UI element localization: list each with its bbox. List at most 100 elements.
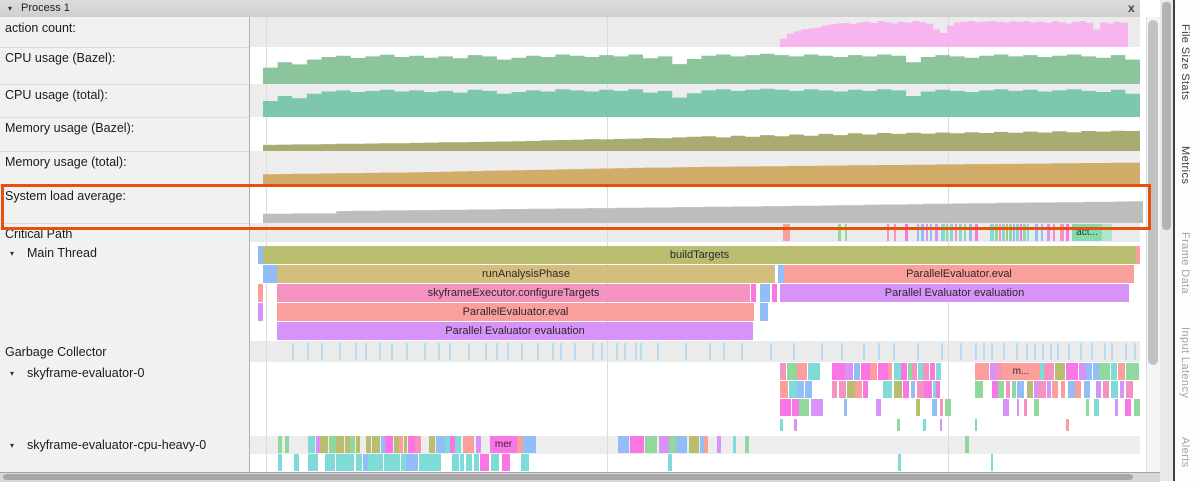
- critical-path-segment[interactable]: [999, 224, 1001, 241]
- critical-path-segment[interactable]: [946, 224, 948, 241]
- evaluator0-slice[interactable]: [990, 363, 996, 380]
- cpu-heavy-slice[interactable]: [399, 436, 403, 453]
- cpu-heavy-slice[interactable]: [368, 454, 377, 471]
- counter-chart-mem_total[interactable]: [263, 151, 1140, 185]
- cpu-heavy-slice[interactable]: [329, 436, 336, 453]
- evaluator0-labeled-slice[interactable]: m...: [1002, 363, 1040, 380]
- evaluator0-slice[interactable]: [787, 363, 797, 380]
- critical-path-segment[interactable]: [1009, 224, 1012, 241]
- evaluator0-slice[interactable]: [1126, 381, 1133, 398]
- counter-chart-mem_bazel[interactable]: [263, 117, 1140, 151]
- critical-path-segment[interactable]: [783, 224, 790, 241]
- evaluator0-slice[interactable]: [1094, 399, 1099, 416]
- cpu-heavy-slice[interactable]: [294, 454, 299, 471]
- critical-path-segment[interactable]: [995, 224, 998, 241]
- evaluator0-slice[interactable]: [863, 381, 868, 398]
- evaluator0-slice[interactable]: [1044, 363, 1054, 380]
- evaluator0-slice[interactable]: [847, 381, 855, 398]
- evaluator0-slice[interactable]: [888, 363, 892, 380]
- evaluator0-slice[interactable]: [1125, 399, 1131, 416]
- critical-path-segment[interactable]: [1016, 224, 1019, 241]
- evaluator0-slice[interactable]: [855, 381, 862, 398]
- evaluator0-slice[interactable]: [805, 381, 812, 398]
- evaluator0-slice[interactable]: [1111, 363, 1117, 380]
- cpu-heavy-slice[interactable]: [308, 454, 318, 471]
- cpu-heavy-slice[interactable]: [385, 436, 393, 453]
- evaluator0-slice[interactable]: [792, 399, 799, 416]
- flame-slice-fragment[interactable]: [1136, 246, 1140, 264]
- cpu-heavy-slice[interactable]: [356, 436, 360, 453]
- evaluator0-slice[interactable]: [1075, 381, 1081, 398]
- flame-slice-fragment[interactable]: [263, 265, 277, 283]
- evaluator0-slice[interactable]: [883, 381, 887, 398]
- evaluator0-slice[interactable]: [975, 381, 983, 398]
- evaluator0-slice[interactable]: [894, 381, 902, 398]
- evaluator0-slice[interactable]: [887, 381, 892, 398]
- evaluator0-slice[interactable]: [918, 363, 923, 380]
- evaluator0-slice[interactable]: [1012, 381, 1016, 398]
- cpu-heavy-slice[interactable]: [401, 454, 406, 471]
- evaluator0-slice[interactable]: [1126, 363, 1139, 380]
- evaluator0-slice[interactable]: [933, 381, 936, 398]
- evaluator0-slice[interactable]: [1096, 381, 1101, 398]
- evaluator0-slice[interactable]: [1079, 363, 1086, 380]
- evaluator0-slice[interactable]: [832, 381, 837, 398]
- evaluator0-slice[interactable]: [936, 363, 941, 380]
- evaluator0-slice[interactable]: [870, 363, 877, 380]
- evaluator0-slice[interactable]: [794, 419, 797, 431]
- evaluator0-slice[interactable]: [1066, 419, 1069, 431]
- evaluator0-slice[interactable]: [808, 363, 820, 380]
- sidebar-scrollbar-thumb[interactable]: [1162, 2, 1171, 230]
- cpu-heavy-slice[interactable]: [436, 436, 445, 453]
- evaluator0-slice[interactable]: [1017, 381, 1024, 398]
- cpu-heavy-slice[interactable]: [336, 436, 344, 453]
- evaluator0-slice[interactable]: [1055, 363, 1065, 380]
- evaluator0-slice[interactable]: [1118, 363, 1125, 380]
- cpu-heavy-slice[interactable]: [491, 454, 499, 471]
- flame-slice-fragment[interactable]: [760, 284, 770, 302]
- evaluator0-slice[interactable]: [878, 363, 888, 380]
- critical-path-segment[interactable]: [1013, 224, 1015, 241]
- evaluator0-slice[interactable]: [932, 399, 937, 416]
- cpu-heavy-slice[interactable]: [356, 454, 362, 471]
- tab-metrics[interactable]: Metrics: [1179, 146, 1191, 184]
- cpu-heavy-slice[interactable]: [717, 436, 721, 453]
- vertical-scrollbar-thumb[interactable]: [1148, 20, 1158, 365]
- cpu-heavy-slice[interactable]: [377, 454, 383, 471]
- evaluator0-slice[interactable]: [1034, 399, 1039, 416]
- evaluator0-slice[interactable]: [901, 363, 907, 380]
- evaluator0-slice[interactable]: [930, 363, 935, 380]
- cpu-heavy-slice[interactable]: [325, 454, 335, 471]
- critical-path-segment[interactable]: [1020, 224, 1022, 241]
- evaluator0-slice[interactable]: [1086, 399, 1089, 416]
- cpu-heavy-slice[interactable]: [965, 436, 969, 453]
- cpu-heavy-slice[interactable]: [406, 454, 418, 471]
- critical-path-segment[interactable]: [950, 224, 953, 241]
- evaluator0-slice[interactable]: [923, 419, 926, 431]
- evaluator0-slice[interactable]: [1052, 381, 1058, 398]
- cpu-heavy-slice[interactable]: [347, 454, 354, 471]
- cpu-heavy-slice[interactable]: [431, 454, 441, 471]
- flame-slice[interactable]: ParallelEvaluator.eval: [277, 303, 754, 321]
- evaluator0-slice[interactable]: [797, 363, 807, 380]
- cpu-heavy-slice[interactable]: [463, 436, 474, 453]
- critical-path-segment[interactable]: [975, 224, 978, 241]
- critical-path-segment[interactable]: [926, 224, 928, 241]
- evaluator0-slice[interactable]: [975, 419, 977, 431]
- cpu-heavy-slice[interactable]: [384, 454, 396, 471]
- cpu-heavy-slice[interactable]: [466, 454, 472, 471]
- critical-path-segment[interactable]: [887, 224, 889, 241]
- cpu-heavy-slice[interactable]: [676, 436, 687, 453]
- evaluator0-slice[interactable]: [1024, 399, 1027, 416]
- evaluator0-slice[interactable]: [945, 399, 951, 416]
- evaluator0-slice[interactable]: [811, 399, 823, 416]
- track-label-cpu_heavy[interactable]: skyframe-evaluator-cpu-heavy-0: [27, 438, 206, 452]
- cpu-heavy-slice[interactable]: [523, 436, 536, 453]
- critical-path-segment[interactable]: [845, 224, 847, 241]
- flame-slice[interactable]: Parallel Evaluator evaluation: [780, 284, 1129, 302]
- flame-slice-fragment[interactable]: [772, 284, 777, 302]
- flame-slice[interactable]: buildTargets: [263, 246, 1136, 264]
- evaluator0-slice[interactable]: [981, 363, 989, 380]
- evaluator0-slice[interactable]: [1120, 381, 1124, 398]
- critical-path-segment[interactable]: [1047, 224, 1050, 241]
